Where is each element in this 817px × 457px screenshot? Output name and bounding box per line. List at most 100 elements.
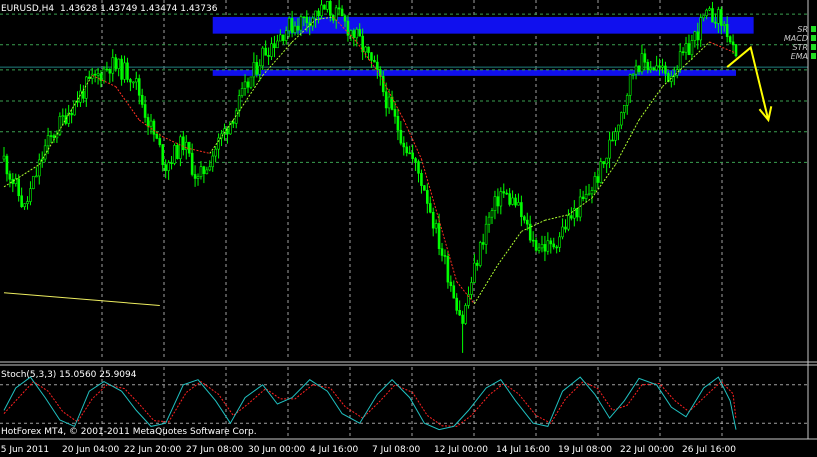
candle-body bbox=[343, 15, 347, 22]
candle-body bbox=[611, 139, 614, 142]
candle-body bbox=[561, 226, 564, 238]
candle-body bbox=[426, 190, 429, 204]
candle-body bbox=[575, 208, 579, 218]
candle-body bbox=[511, 197, 514, 205]
candle-body bbox=[728, 36, 732, 43]
candle-body bbox=[675, 69, 679, 76]
candle-body bbox=[605, 157, 608, 165]
candle-body bbox=[690, 40, 694, 56]
candle-body bbox=[496, 196, 500, 207]
candle-body bbox=[599, 161, 603, 183]
candle-body bbox=[108, 68, 112, 74]
candle-body bbox=[129, 79, 132, 83]
candle-body bbox=[102, 68, 106, 82]
candle-body bbox=[437, 223, 441, 249]
candle-body bbox=[73, 100, 76, 116]
time-axis-label: 27 Jun 08:00 bbox=[186, 445, 243, 455]
candle-body bbox=[287, 18, 291, 32]
candle-body bbox=[90, 73, 94, 79]
candle-body bbox=[281, 34, 285, 41]
candle-body bbox=[493, 196, 497, 211]
candle-body bbox=[376, 61, 379, 70]
candle-body bbox=[567, 215, 570, 230]
candle-body bbox=[329, 1, 332, 16]
candle-body bbox=[514, 197, 517, 206]
time-axis-label: 12 Jul 00:00 bbox=[434, 445, 488, 455]
candle-body bbox=[126, 62, 129, 80]
candle-body bbox=[202, 166, 206, 175]
candle-body bbox=[199, 166, 203, 177]
candle-body bbox=[132, 81, 135, 84]
candle-body bbox=[664, 65, 667, 74]
candle-body bbox=[161, 144, 165, 165]
candle-body bbox=[534, 240, 538, 251]
price-chart[interactable]: EURUSD,H4 1.43628 1.43749 1.43474 1.4373… bbox=[0, 0, 817, 457]
indicator-status bbox=[811, 53, 816, 59]
candle-body bbox=[631, 73, 635, 76]
time-axis-label: 30 Jun 00:00 bbox=[248, 445, 305, 455]
candle-body bbox=[387, 96, 391, 109]
candle-body bbox=[731, 41, 735, 45]
candle-body bbox=[320, 4, 323, 17]
candle-body bbox=[584, 194, 588, 199]
candle-body bbox=[714, 21, 717, 24]
candle-body bbox=[661, 65, 664, 68]
candle-body bbox=[461, 314, 464, 324]
time-axis-label: 22 Jul 00:00 bbox=[620, 445, 674, 455]
candle-body bbox=[196, 176, 200, 179]
candle-body bbox=[261, 47, 264, 67]
candle-body bbox=[643, 53, 647, 63]
time-axis-label: 7 Jul 08:00 bbox=[372, 445, 421, 455]
candle-body bbox=[358, 29, 362, 37]
candle-body bbox=[540, 244, 544, 249]
candle-body bbox=[687, 43, 691, 56]
candle-body bbox=[184, 141, 188, 151]
candle-body bbox=[361, 35, 364, 53]
candle-body bbox=[123, 62, 126, 80]
candle-body bbox=[711, 8, 714, 23]
candle-body bbox=[405, 146, 409, 154]
candle-body bbox=[625, 95, 629, 106]
candle-body bbox=[5, 155, 9, 175]
candle-body bbox=[208, 166, 212, 171]
candle-body bbox=[232, 121, 235, 124]
candle-body bbox=[370, 52, 373, 61]
candle-body bbox=[273, 43, 276, 49]
candle-body bbox=[581, 196, 585, 199]
candle-body bbox=[134, 78, 138, 83]
chart-header: EURUSD,H4 1.43628 1.43749 1.43474 1.4373… bbox=[1, 4, 218, 14]
candle-body bbox=[558, 236, 561, 248]
candle-body bbox=[149, 120, 153, 127]
candle-body bbox=[252, 62, 256, 78]
candle-body bbox=[525, 219, 529, 225]
candle-body bbox=[628, 74, 632, 96]
candle-body bbox=[390, 96, 394, 110]
indicator-label: EMA bbox=[791, 52, 808, 61]
ohlc-values: 1.43628 1.43749 1.43474 1.43736 bbox=[60, 4, 218, 14]
symbol-label: EURUSD,H4 bbox=[1, 4, 54, 14]
time-axis-label: 15 Jun 2011 bbox=[0, 445, 49, 455]
candle-body bbox=[237, 95, 241, 112]
candle-body bbox=[396, 116, 400, 131]
indicator-label: STR bbox=[792, 43, 808, 52]
candle-body bbox=[20, 195, 23, 208]
candle-body bbox=[590, 190, 594, 195]
candle-body bbox=[417, 161, 420, 174]
candle-body bbox=[155, 134, 159, 139]
candle-body bbox=[652, 67, 655, 71]
candle-body bbox=[640, 53, 644, 73]
candle-body bbox=[555, 246, 558, 249]
candle-body bbox=[470, 282, 473, 295]
candle-body bbox=[531, 239, 535, 242]
candle-body bbox=[440, 248, 444, 256]
candle-body bbox=[508, 193, 511, 205]
candle-body bbox=[431, 211, 435, 229]
candle-body bbox=[464, 305, 467, 324]
candle-body bbox=[384, 91, 388, 109]
candle-body bbox=[655, 65, 658, 71]
candle-body bbox=[111, 57, 115, 74]
candle-body bbox=[70, 112, 73, 116]
candle-body bbox=[578, 196, 582, 218]
candle-body bbox=[317, 10, 320, 17]
candle-body bbox=[622, 104, 626, 113]
